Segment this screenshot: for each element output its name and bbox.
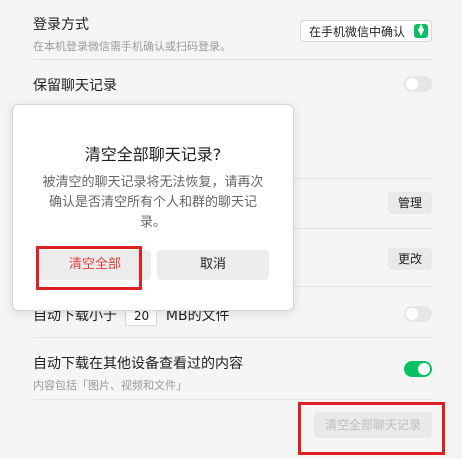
dialog-title: 清空全部聊天记录? [84,145,222,164]
toggle-knob [406,308,418,320]
auto-download-other-toggle[interactable] [404,361,432,377]
login-method-select[interactable]: 在手机微信中确认 ▲ ▼ [300,20,432,42]
highlight-box [298,402,445,455]
keep-history-toggle[interactable] [404,76,432,92]
highlight-box [36,246,142,290]
keep-history-title: 保留聊天记录 [33,78,117,94]
divider [33,337,432,338]
divider [33,399,432,400]
auto-download-other-title: 自动下载在其他设备查看过的内容 [33,356,243,372]
cancel-button[interactable]: 取消 [157,250,269,280]
auto-download-toggle[interactable] [404,306,432,322]
auto-download-other-row: 自动下载在其他设备查看过的内容 内容包括「图片、视频和文件」 [33,353,432,393]
login-method-value: 在手机微信中确认 [309,25,406,39]
divider [33,59,432,60]
toggle-knob [406,78,418,90]
keep-history-row: 保留聊天记录 [33,75,432,95]
toggle-knob [418,363,430,375]
change-button[interactable]: 更改 [387,248,432,270]
dialog-message: 被清空的聊天记录将无法恢复，请再次确认是否清空所有个人和群的聊天记录。 [42,175,264,230]
manage-button[interactable]: 管理 [387,192,432,214]
chevron-up-down-icon: ▲ ▼ [414,23,428,38]
auto-download-other-subtitle: 内容包括「图片、视频和文件」 [33,379,187,392]
